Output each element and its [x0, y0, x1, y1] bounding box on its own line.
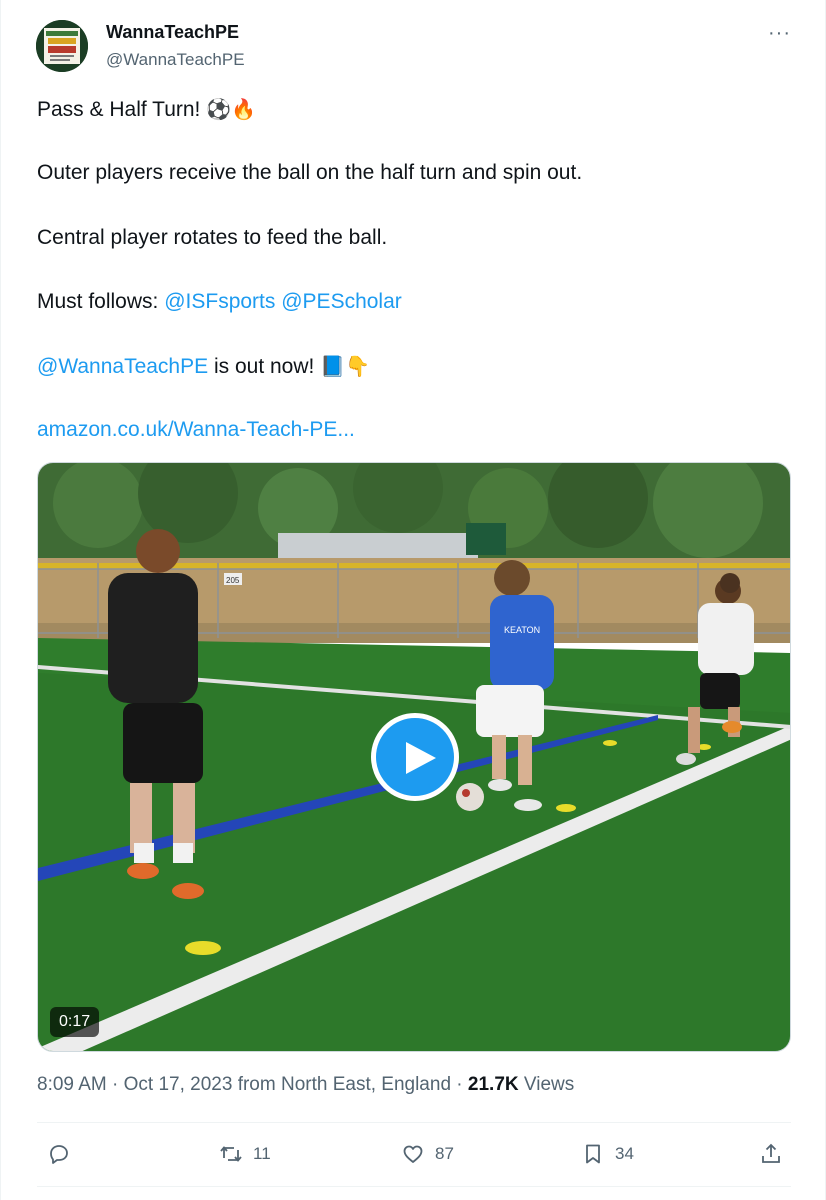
tweet-location: from North East, England [237, 1074, 452, 1095]
tweet-card: WannaTeachPE @WannaTeachPE ··· Pass & Ha… [0, 0, 826, 1200]
more-icon[interactable]: ··· [768, 22, 791, 45]
tweet-time[interactable]: 8:09 AM [37, 1074, 107, 1095]
bookmark-count: 34 [615, 1144, 634, 1163]
repost-button[interactable]: 11 [219, 1138, 271, 1170]
mention-pescholar[interactable]: @PEScholar [281, 290, 402, 313]
field-sign-text: 205 [226, 576, 240, 585]
views-count: 21.7K [467, 1074, 519, 1095]
divider-top [37, 1122, 791, 1123]
like-count: 87 [435, 1144, 454, 1163]
bookmark-icon [586, 1144, 600, 1164]
repost-icon [220, 1146, 242, 1162]
share-button[interactable] [759, 1138, 783, 1170]
play-button[interactable] [371, 713, 459, 801]
views-label: Views [523, 1074, 575, 1095]
author-avatar[interactable] [36, 20, 88, 72]
meta-separator-2: · [451, 1074, 468, 1095]
out-now-line: @WannaTeachPE is out now! 📘👇 [37, 352, 777, 381]
mention-wannateachpe[interactable]: @WannaTeachPE [37, 355, 208, 378]
tweet-line-2: Outer players receive the ball on the ha… [37, 161, 583, 184]
shirt-text: KEATON [504, 625, 540, 635]
must-follows-label: Must follows: [37, 290, 165, 313]
out-now-text: is out now! [208, 355, 321, 378]
must-follows-line: Must follows: @ISFsports @PEScholar [37, 288, 777, 316]
author-display-name[interactable]: WannaTeachPE [106, 22, 239, 43]
tweet-title-line: Pass & Half Turn! ⚽🔥 [37, 95, 777, 124]
amazon-link[interactable]: amazon.co.uk/Wanna-Teach-PE... [37, 416, 777, 444]
video-duration: 0:17 [50, 1007, 100, 1037]
like-icon [403, 1145, 423, 1163]
mention-isfsports[interactable]: @ISFsports [164, 290, 275, 313]
reply-icon [50, 1145, 68, 1164]
bookmark-button[interactable]: 34 [581, 1138, 634, 1170]
avatar-logo [36, 20, 88, 72]
play-icon [406, 742, 436, 774]
book-point-emoji: 📘👇 [320, 354, 371, 378]
tweet-line-3: Central player rotates to feed the ball. [37, 226, 388, 249]
soccer-fire-emoji: ⚽🔥 [206, 97, 257, 121]
author-handle[interactable]: @WannaTeachPE [106, 50, 245, 70]
tweet-meta: 8:09 AM · Oct 17, 2023 from North East, … [37, 1074, 574, 1096]
tweet-title: Pass & Half Turn! [37, 98, 207, 121]
repost-count: 11 [253, 1144, 271, 1163]
share-icon [762, 1143, 780, 1163]
reply-button[interactable] [47, 1138, 81, 1170]
tweet-date[interactable]: Oct 17, 2023 [124, 1074, 233, 1095]
divider-bottom [37, 1186, 791, 1187]
video-player[interactable]: KEATON 205 0:17 [37, 462, 791, 1052]
meta-separator: · [106, 1074, 124, 1095]
like-button[interactable]: 87 [401, 1138, 454, 1170]
